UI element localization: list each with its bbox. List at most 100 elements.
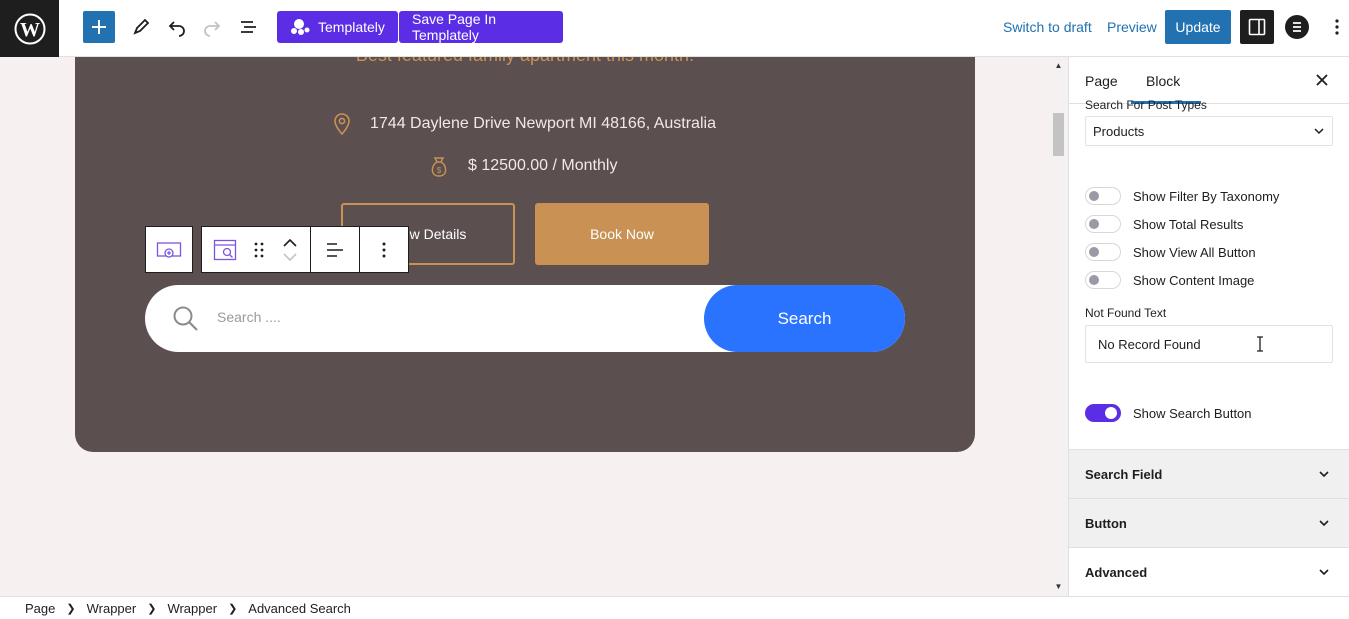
not-found-text-input[interactable]: No Record Found [1085, 325, 1333, 363]
wrapper-block-button[interactable] [146, 227, 192, 272]
toggle-total-results[interactable]: Show Total Results [1085, 215, 1243, 233]
toggle-switch[interactable] [1085, 187, 1121, 205]
essential-blocks-icon [1293, 22, 1301, 32]
toggle-show-search-button[interactable]: Show Search Button [1085, 404, 1252, 422]
toggle-label: Show Filter By Taxonomy [1133, 188, 1280, 204]
tab-block[interactable]: Block [1146, 73, 1180, 89]
book-now-button[interactable]: Book Now [535, 203, 709, 265]
text-cursor-icon [1257, 336, 1263, 352]
editor-top-toolbar: W Templately Save Page In Templately Swi… [0, 0, 1349, 57]
wordpress-logo-button[interactable]: W [0, 0, 59, 57]
more-vertical-icon [382, 242, 386, 257]
toggle-switch[interactable] [1085, 404, 1121, 422]
toggle-label: Show View All Button [1133, 244, 1256, 260]
svg-text:W: W [20, 19, 40, 41]
undo-button[interactable] [165, 15, 189, 39]
move-down-icon[interactable] [283, 252, 297, 261]
chevron-down-icon [1314, 128, 1324, 135]
templately-button[interactable]: Templately [277, 11, 398, 43]
block-options-button[interactable] [359, 227, 408, 272]
update-label: Update [1175, 19, 1221, 35]
parent-block-selector[interactable] [145, 226, 193, 273]
update-button[interactable]: Update [1165, 10, 1231, 44]
toggle-switch[interactable] [1085, 243, 1121, 261]
settings-toggle-button[interactable] [1240, 10, 1274, 44]
breadcrumb-item[interactable]: Wrapper [87, 601, 137, 616]
close-sidebar-button[interactable] [1312, 70, 1332, 90]
plugin-menu-button[interactable] [1285, 15, 1309, 39]
options-menu-button[interactable] [1330, 14, 1344, 40]
more-vertical-icon [1335, 19, 1339, 35]
breadcrumb-separator-icon: ❯ [147, 602, 157, 615]
tab-page[interactable]: Page [1085, 73, 1118, 89]
address-text: 1744 Daylene Drive Newport MI 48166, Aus… [370, 115, 716, 132]
align-button[interactable] [310, 227, 359, 272]
not-found-text-value: No Record Found [1098, 336, 1201, 352]
redo-icon [204, 21, 221, 37]
toggle-content-image[interactable]: Show Content Image [1085, 271, 1254, 289]
chevron-down-icon [1319, 471, 1329, 478]
post-types-value: Products [1093, 123, 1145, 139]
price-row: $ $ 12500.00 / Monthly [428, 154, 617, 178]
wrapper-block-icon [156, 241, 182, 258]
card-subtitle: Best featured family apartment this mont… [75, 57, 975, 66]
save-in-templately-button[interactable]: Save Page In Templately [399, 11, 563, 43]
panel-advanced[interactable]: Advanced [1069, 547, 1349, 596]
not-found-text-label: Not Found Text [1085, 306, 1167, 320]
toggle-label: Show Content Image [1133, 272, 1255, 288]
toggle-view-all-button[interactable]: Show View All Button [1085, 243, 1256, 261]
wordpress-icon: W [14, 13, 45, 44]
redo-button[interactable] [200, 15, 224, 39]
canvas-scroll-thumb[interactable] [1053, 113, 1064, 156]
post-types-label: Search For Post Types [1085, 98, 1207, 112]
address-row: 1744 Daylene Drive Newport MI 48166, Aus… [332, 112, 716, 136]
panel-title: Button [1085, 515, 1127, 531]
move-buttons [270, 227, 310, 272]
edit-tool-button[interactable] [129, 15, 153, 39]
money-bag-icon: $ [431, 157, 447, 177]
breadcrumb-separator-icon: ❯ [228, 602, 238, 615]
panel-button[interactable]: Button [1069, 498, 1349, 547]
toggle-switch[interactable] [1085, 215, 1121, 233]
block-toolbar [201, 226, 409, 273]
search-icon [173, 306, 198, 331]
settings-sidebar: Page Block Search For Post Types Product… [1068, 57, 1349, 596]
search-submit-button[interactable]: Search [704, 285, 905, 352]
panel-search-field[interactable]: Search Field [1069, 449, 1349, 498]
book-now-label: Book Now [590, 226, 654, 242]
breadcrumb-item-current: Advanced Search [248, 600, 351, 616]
post-types-select[interactable]: Products [1085, 116, 1333, 146]
chevron-down-icon [1319, 569, 1329, 576]
search-button-label: Search [777, 308, 832, 328]
scroll-down-arrow-icon[interactable]: ▼ [1053, 581, 1064, 591]
price-text: $ 12500.00 / Monthly [468, 157, 618, 174]
advanced-search-block-icon [213, 239, 237, 260]
toggle-label: Show Total Results [1133, 216, 1244, 232]
scroll-up-arrow-icon[interactable]: ▲ [1053, 60, 1064, 70]
add-block-button[interactable] [83, 11, 115, 43]
block-breadcrumb: Page ❯ Wrapper ❯ Wrapper ❯ Advanced Sear… [0, 596, 1349, 619]
undo-icon [168, 21, 185, 37]
toggle-filter-by-taxonomy[interactable]: Show Filter By Taxonomy [1085, 187, 1279, 205]
templately-logo-icon [291, 19, 310, 35]
breadcrumb-item[interactable]: Wrapper [167, 601, 217, 616]
block-type-button[interactable] [202, 227, 248, 272]
advanced-search-block[interactable]: Search .... Search [145, 285, 905, 352]
svg-text:$: $ [437, 166, 442, 175]
align-left-icon [327, 242, 343, 257]
editor-canvas: Best featured family apartment this mont… [0, 57, 1068, 596]
preview-link[interactable]: Preview [1107, 19, 1157, 35]
drag-handle[interactable] [248, 227, 270, 272]
breadcrumb-item[interactable]: Page [25, 601, 55, 616]
list-view-icon [241, 21, 256, 33]
chevron-down-icon [1319, 520, 1329, 527]
document-overview-button[interactable] [237, 15, 261, 39]
panel-title: Advanced [1085, 564, 1148, 580]
switch-to-draft-link[interactable]: Switch to draft [1003, 19, 1092, 35]
toggle-switch[interactable] [1085, 271, 1121, 289]
plus-icon [92, 20, 106, 34]
search-input[interactable]: Search .... [217, 309, 281, 325]
drag-handle-icon [254, 242, 264, 257]
move-up-icon[interactable] [283, 238, 297, 247]
sidebar-tabs: Page Block [1069, 57, 1349, 104]
